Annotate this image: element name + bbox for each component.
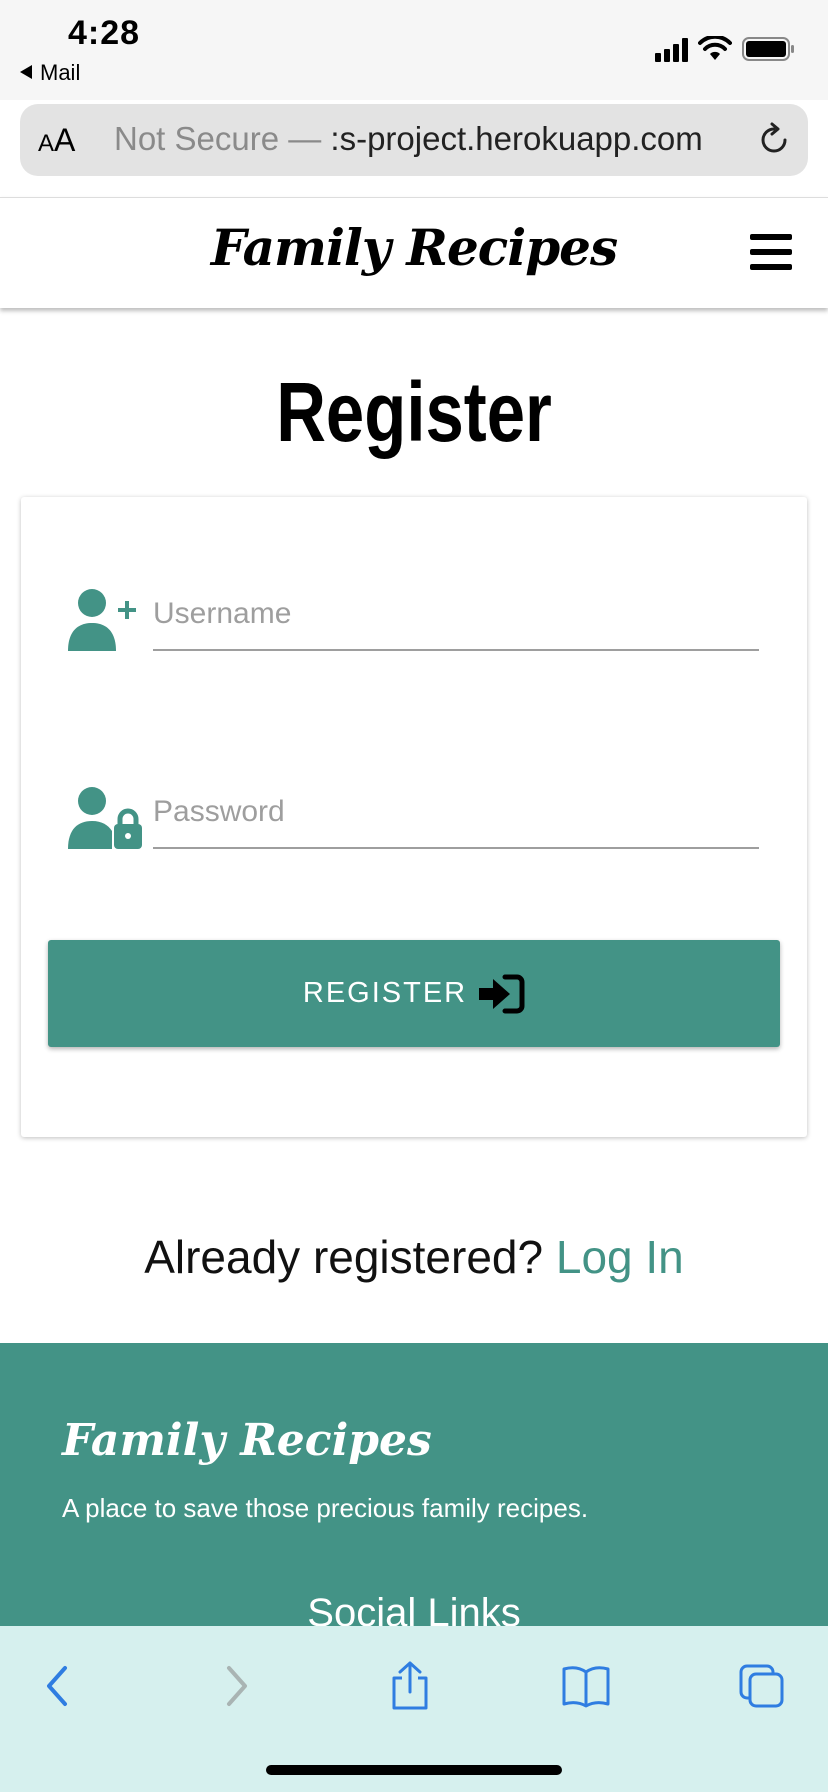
safari-address-bar[interactable]: AA Not Secure — :s-project.herokuapp.com bbox=[20, 104, 808, 176]
login-prompt: Already registered? Log In bbox=[0, 1230, 828, 1284]
back-app-label: Mail bbox=[40, 60, 81, 85]
user-lock-icon bbox=[68, 787, 142, 849]
footer-brand: Family Recipes bbox=[62, 1415, 432, 1466]
battery-icon bbox=[742, 37, 794, 61]
text-size-button[interactable]: AA bbox=[38, 122, 75, 159]
forward-icon[interactable] bbox=[206, 1656, 266, 1716]
system-icons bbox=[655, 36, 796, 62]
security-warning: Not Secure — bbox=[114, 120, 331, 157]
tabs-icon[interactable] bbox=[732, 1656, 792, 1716]
back-icon[interactable] bbox=[28, 1656, 88, 1716]
back-to-app-link[interactable]: Mail bbox=[20, 60, 80, 86]
bookmarks-icon[interactable] bbox=[556, 1656, 616, 1716]
status-time: 4:28 bbox=[68, 14, 141, 52]
password-field-group bbox=[68, 777, 763, 869]
register-button[interactable]: REGISTER bbox=[48, 940, 780, 1047]
status-bar: 4:28 Mail bbox=[0, 0, 828, 100]
user-plus-icon bbox=[68, 589, 136, 651]
hamburger-icon[interactable] bbox=[750, 234, 792, 270]
register-button-label: REGISTER bbox=[302, 977, 468, 1009]
home-indicator[interactable] bbox=[266, 1765, 562, 1775]
username-input[interactable] bbox=[153, 579, 759, 651]
password-input[interactable] bbox=[153, 777, 759, 849]
site-footer: Family Recipes A place to save those pre… bbox=[0, 1343, 828, 1643]
sign-in-icon bbox=[479, 974, 525, 1013]
register-form-card: REGISTER bbox=[21, 497, 807, 1137]
login-prompt-text: Already registered? bbox=[144, 1231, 544, 1283]
brand-logo[interactable]: Family Recipes bbox=[0, 218, 828, 277]
reload-icon[interactable] bbox=[756, 122, 792, 158]
url-display[interactable]: Not Secure — :s-project.herokuapp.com bbox=[114, 120, 754, 158]
page-title: Register bbox=[276, 365, 552, 459]
username-field-group bbox=[68, 579, 763, 671]
login-link[interactable]: Log In bbox=[556, 1231, 684, 1283]
site-header: Family Recipes bbox=[0, 197, 828, 308]
cellular-signal-icon bbox=[655, 38, 688, 62]
wifi-icon bbox=[698, 36, 732, 60]
footer-tagline: A place to save those precious family re… bbox=[62, 1493, 589, 1523]
share-icon[interactable] bbox=[380, 1656, 440, 1716]
back-triangle-icon bbox=[20, 65, 32, 79]
url-domain: :s-project.herokuapp.com bbox=[330, 120, 703, 157]
